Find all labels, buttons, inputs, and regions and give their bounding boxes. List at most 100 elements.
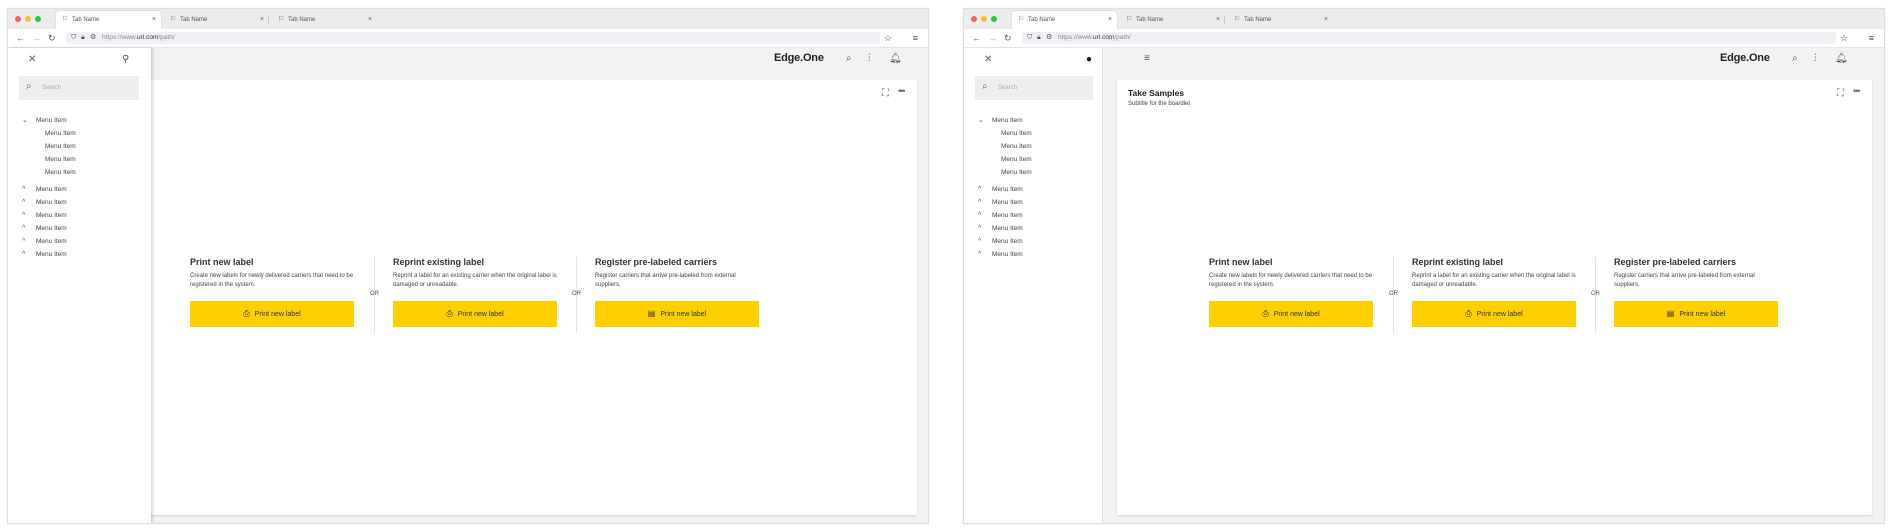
shield-icon[interactable]: ⛉ (1027, 32, 1032, 44)
back-icon[interactable]: ← (972, 31, 981, 45)
sidebar-group-1[interactable]: ⌄ Menu Item (22, 114, 76, 127)
tab-close-icon[interactable]: × (1216, 11, 1220, 29)
search-icon: ⌕ (982, 81, 988, 92)
sidebar-group-6[interactable]: ^ Menu Item (22, 235, 76, 248)
expand-icon[interactable]: ⛶ (1837, 88, 1844, 99)
tab-close-icon[interactable]: × (152, 11, 156, 29)
reload-icon[interactable]: ↻ (48, 31, 56, 45)
tab-1[interactable]: ⚐ Tab Name × (56, 11, 161, 29)
search-icon[interactable]: ⌕ (846, 53, 852, 64)
maximize-window-dot[interactable] (991, 16, 997, 22)
sidebar-subitem[interactable]: Menu Item (978, 153, 1032, 166)
menu-label: Menu Item (36, 186, 67, 193)
close-icon[interactable]: ✕ (28, 54, 36, 65)
search-icon[interactable]: ⌕ (1792, 53, 1798, 64)
browser-menu-icon[interactable]: ≡ (913, 31, 918, 45)
tab-close-icon[interactable]: × (1108, 11, 1112, 29)
chevron-up-icon: ^ (978, 199, 982, 206)
sidebar-subitem[interactable]: Menu Item (22, 153, 76, 166)
sidebar-group-5[interactable]: ^ Menu Item (978, 222, 1032, 235)
bell-icon[interactable]: 🔔︎ (1835, 53, 1848, 64)
minimize-window-dot[interactable] (25, 16, 31, 22)
sidebar-search-input[interactable]: ⌕ Search (19, 76, 139, 100)
button-label: Print new label (457, 311, 504, 318)
sidebar-group-5[interactable]: ^ Menu Item (22, 222, 76, 235)
browser-menu-icon[interactable]: ≡ (1869, 31, 1874, 45)
option-description: Reprint a label for an existing carrier … (1412, 273, 1576, 288)
sidebar-subitem[interactable]: Menu Item (978, 140, 1032, 153)
sidebar-group-2[interactable]: ^ Menu Item (22, 183, 76, 196)
register-carriers-button[interactable]: ▤ Print new label (1614, 301, 1778, 327)
option-description: Create new labels for newly delivered ca… (1209, 273, 1373, 288)
address-bar[interactable]: ⛉ 🔒︎ ⚙ https://www.url.com/path/ (66, 32, 880, 44)
pin-icon[interactable]: ● (1086, 54, 1092, 65)
address-bar[interactable]: ⛉ 🔒︎ ⚙ https://www.url.com/path/ (1022, 32, 1836, 44)
lock-icon[interactable]: 🔒︎ (1037, 32, 1041, 44)
chevron-up-icon: ^ (22, 199, 26, 206)
tab-1[interactable]: ⚐ Tab Name × (1012, 11, 1117, 29)
pin-icon[interactable]: ⚲ (122, 54, 129, 65)
tab-close-icon[interactable]: × (1324, 11, 1328, 29)
expand-icon[interactable]: ⛶ (882, 88, 889, 99)
option-title: Register pre-labeled carriers (1614, 257, 1737, 267)
minimize-window-dot[interactable] (981, 16, 987, 22)
tab-2[interactable]: ⚐ Tab Name × (164, 11, 269, 29)
reprint-label-button[interactable]: ⎙ Print new label (1412, 301, 1576, 327)
reprint-label-button[interactable]: ⎙ Print new label (393, 301, 557, 327)
tab-close-icon[interactable]: × (260, 11, 264, 29)
menu-label: Menu Item (992, 199, 1023, 206)
sidebar-group-4[interactable]: ^ Menu Item (978, 209, 1032, 222)
more-options-icon[interactable]: ••• (898, 86, 906, 96)
tab-close-icon[interactable]: × (368, 11, 372, 29)
lock-icon[interactable]: 🔒︎ (81, 32, 85, 44)
option-register-pre-labeled: Register pre-labeled carriers Register c… (595, 257, 765, 327)
sidebar-subitem[interactable]: Menu Item (978, 127, 1032, 140)
shield-icon[interactable]: ⛉ (71, 32, 76, 44)
print-new-label-button[interactable]: ⎙ Print new label (190, 301, 354, 327)
tab-3[interactable]: ⚐ Tab Name × (272, 11, 377, 29)
filters-icon[interactable]: ⫶ (1814, 53, 1817, 64)
url-text[interactable]: https://www.url.com/path/ (1058, 32, 1131, 44)
sidebar-subitem[interactable]: Menu Item (22, 127, 76, 140)
sidebar-search-input[interactable]: ⌕ Search (975, 76, 1093, 100)
menu-label: Menu Item (36, 199, 67, 206)
browser-toolbar: ← → ↻ ⛉ 🔒︎ ⚙ https://www.url.com/path/ ☆… (8, 29, 928, 48)
tab-3[interactable]: ⚐ Tab Name × (1228, 11, 1333, 29)
sidebar-group-4[interactable]: ^ Menu Item (22, 209, 76, 222)
sidebar-group-1[interactable]: ⌄ Menu Item (978, 114, 1032, 127)
sidebar-group-7[interactable]: ^ Menu Item (978, 248, 1032, 261)
tab-2[interactable]: ⚐ Tab Name × (1120, 11, 1225, 29)
back-icon[interactable]: ← (16, 31, 25, 45)
option-description: Register carriers that arrive pre-labele… (1614, 273, 1755, 288)
sidebar-group-3[interactable]: ^ Menu Item (22, 196, 76, 209)
sidebar-group-6[interactable]: ^ Menu Item (978, 235, 1032, 248)
sidebar-group-2[interactable]: ^ Menu Item (978, 183, 1032, 196)
close-window-dot[interactable] (15, 16, 21, 22)
permissions-icon[interactable]: ⚙ (1046, 32, 1052, 44)
chevron-up-icon: ^ (978, 238, 982, 245)
sidebar-subitem[interactable]: Menu Item (978, 166, 1032, 179)
filters-icon[interactable]: ⫶ (868, 53, 871, 64)
hamburger-icon[interactable]: ≡ (1144, 53, 1150, 64)
sidebar-subitem[interactable]: Menu Item (22, 140, 76, 153)
sidebar-subitem[interactable]: Menu Item (22, 166, 76, 179)
forward-icon[interactable]: → (988, 31, 997, 45)
url-path: /path/ (1114, 34, 1131, 41)
chevron-down-icon: ⌄ (22, 117, 28, 124)
url-text[interactable]: https://www.url.com/path/ (102, 32, 175, 44)
register-carriers-button[interactable]: ▤ Print new label (595, 301, 759, 327)
bell-icon[interactable]: 🔔︎ (889, 53, 902, 64)
maximize-window-dot[interactable] (35, 16, 41, 22)
sidebar-group-3[interactable]: ^ Menu Item (978, 196, 1032, 209)
permissions-icon[interactable]: ⚙ (90, 32, 96, 44)
reload-icon[interactable]: ↻ (1004, 31, 1012, 45)
close-icon[interactable]: ✕ (984, 54, 992, 65)
close-window-dot[interactable] (971, 16, 977, 22)
option-description: Register carriers that arrive pre-labele… (595, 273, 736, 288)
more-options-icon[interactable]: ••• (1853, 86, 1861, 96)
sidebar-group-7[interactable]: ^ Menu Item (22, 248, 76, 261)
forward-icon[interactable]: → (32, 31, 41, 45)
bookmark-star-icon[interactable]: ☆ (884, 31, 892, 45)
print-new-label-button[interactable]: ⎙ Print new label (1209, 301, 1373, 327)
bookmark-star-icon[interactable]: ☆ (1840, 31, 1848, 45)
